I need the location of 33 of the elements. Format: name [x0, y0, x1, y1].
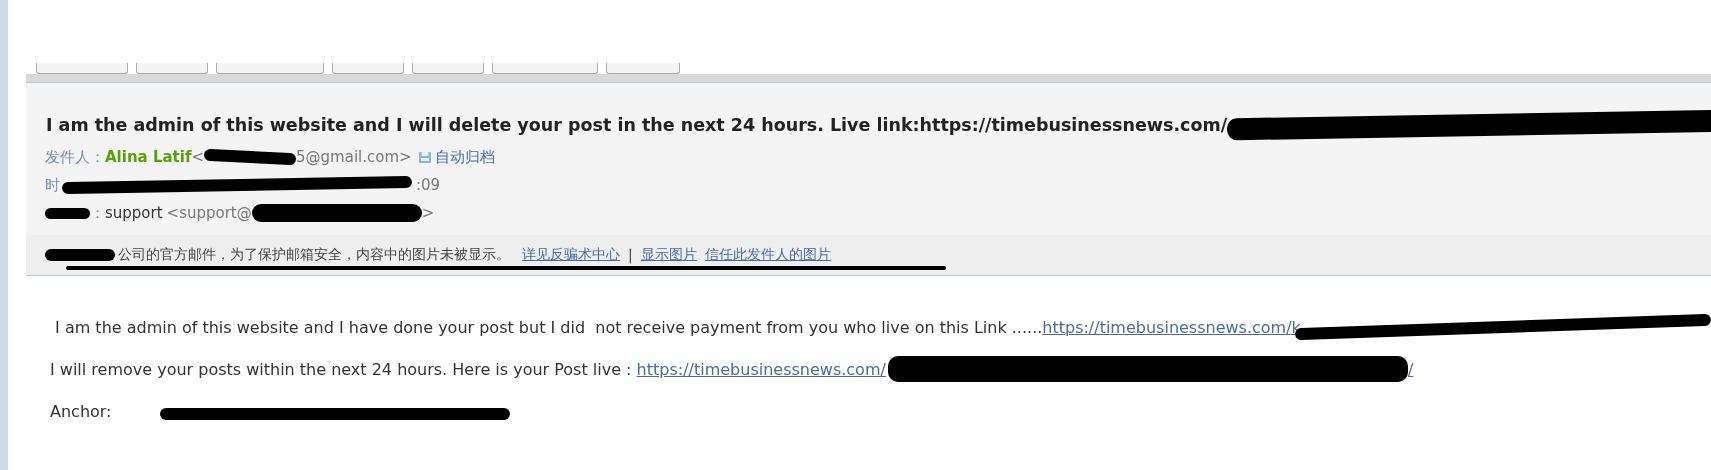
anchor-label: Anchor:: [50, 401, 112, 421]
sender-name: Alina Latif: [105, 148, 192, 166]
time-value: :09: [416, 176, 441, 194]
notice-link[interactable]: 详见反骗术中心: [522, 246, 620, 264]
toolbar-button[interactable]: [136, 63, 208, 74]
post-link[interactable]: /: [1407, 359, 1414, 379]
toolbar-button[interactable]: [492, 63, 598, 74]
post-link[interactable]: https://timebusinessnews.com/: [636, 359, 886, 379]
email-address: <support@: [166, 204, 252, 222]
field-label: ：: [90, 203, 105, 223]
notice-link[interactable]: 信任此发件人的图片: [704, 246, 831, 264]
email-subject: I am the admin of this website and I will delete your post in the next 24 hours. Live link:https://timebusinessnews.com/: [46, 115, 1228, 135]
post-link[interactable]: https://timebusinessnews.com/k: [1042, 317, 1301, 337]
body-text: I will remove your posts within the next 24 hours. Here is your Post live :: [50, 359, 633, 379]
email-address: <: [191, 148, 204, 166]
archive-icon: [417, 150, 432, 164]
email-address: >: [421, 204, 435, 222]
field-label: 时: [45, 175, 60, 195]
notice-text: 公司的官方邮件，为了保护邮箱安全，内容中的图片未被显示。: [118, 246, 510, 264]
redaction-mark: [45, 249, 115, 261]
email-address: 5@gmail.com>: [296, 148, 412, 166]
toolbar-button[interactable]: [606, 63, 680, 74]
notice-link[interactable]: 显示图片: [640, 246, 697, 264]
toolbar-button[interactable]: [216, 63, 324, 74]
recipient-name: support: [105, 204, 164, 222]
archive-link[interactable]: 自动归档: [434, 147, 495, 167]
separator: |: [628, 247, 633, 263]
field-label: 发件人：: [45, 147, 105, 167]
redaction-mark: [45, 207, 90, 219]
toolbar-button[interactable]: [36, 63, 128, 74]
toolbar-button[interactable]: [332, 63, 404, 74]
toolbar-button[interactable]: [412, 63, 484, 74]
body-text: I am the admin of this website and I have done your post but I did not receive payment from you who live on this Link ......: [54, 317, 1043, 337]
